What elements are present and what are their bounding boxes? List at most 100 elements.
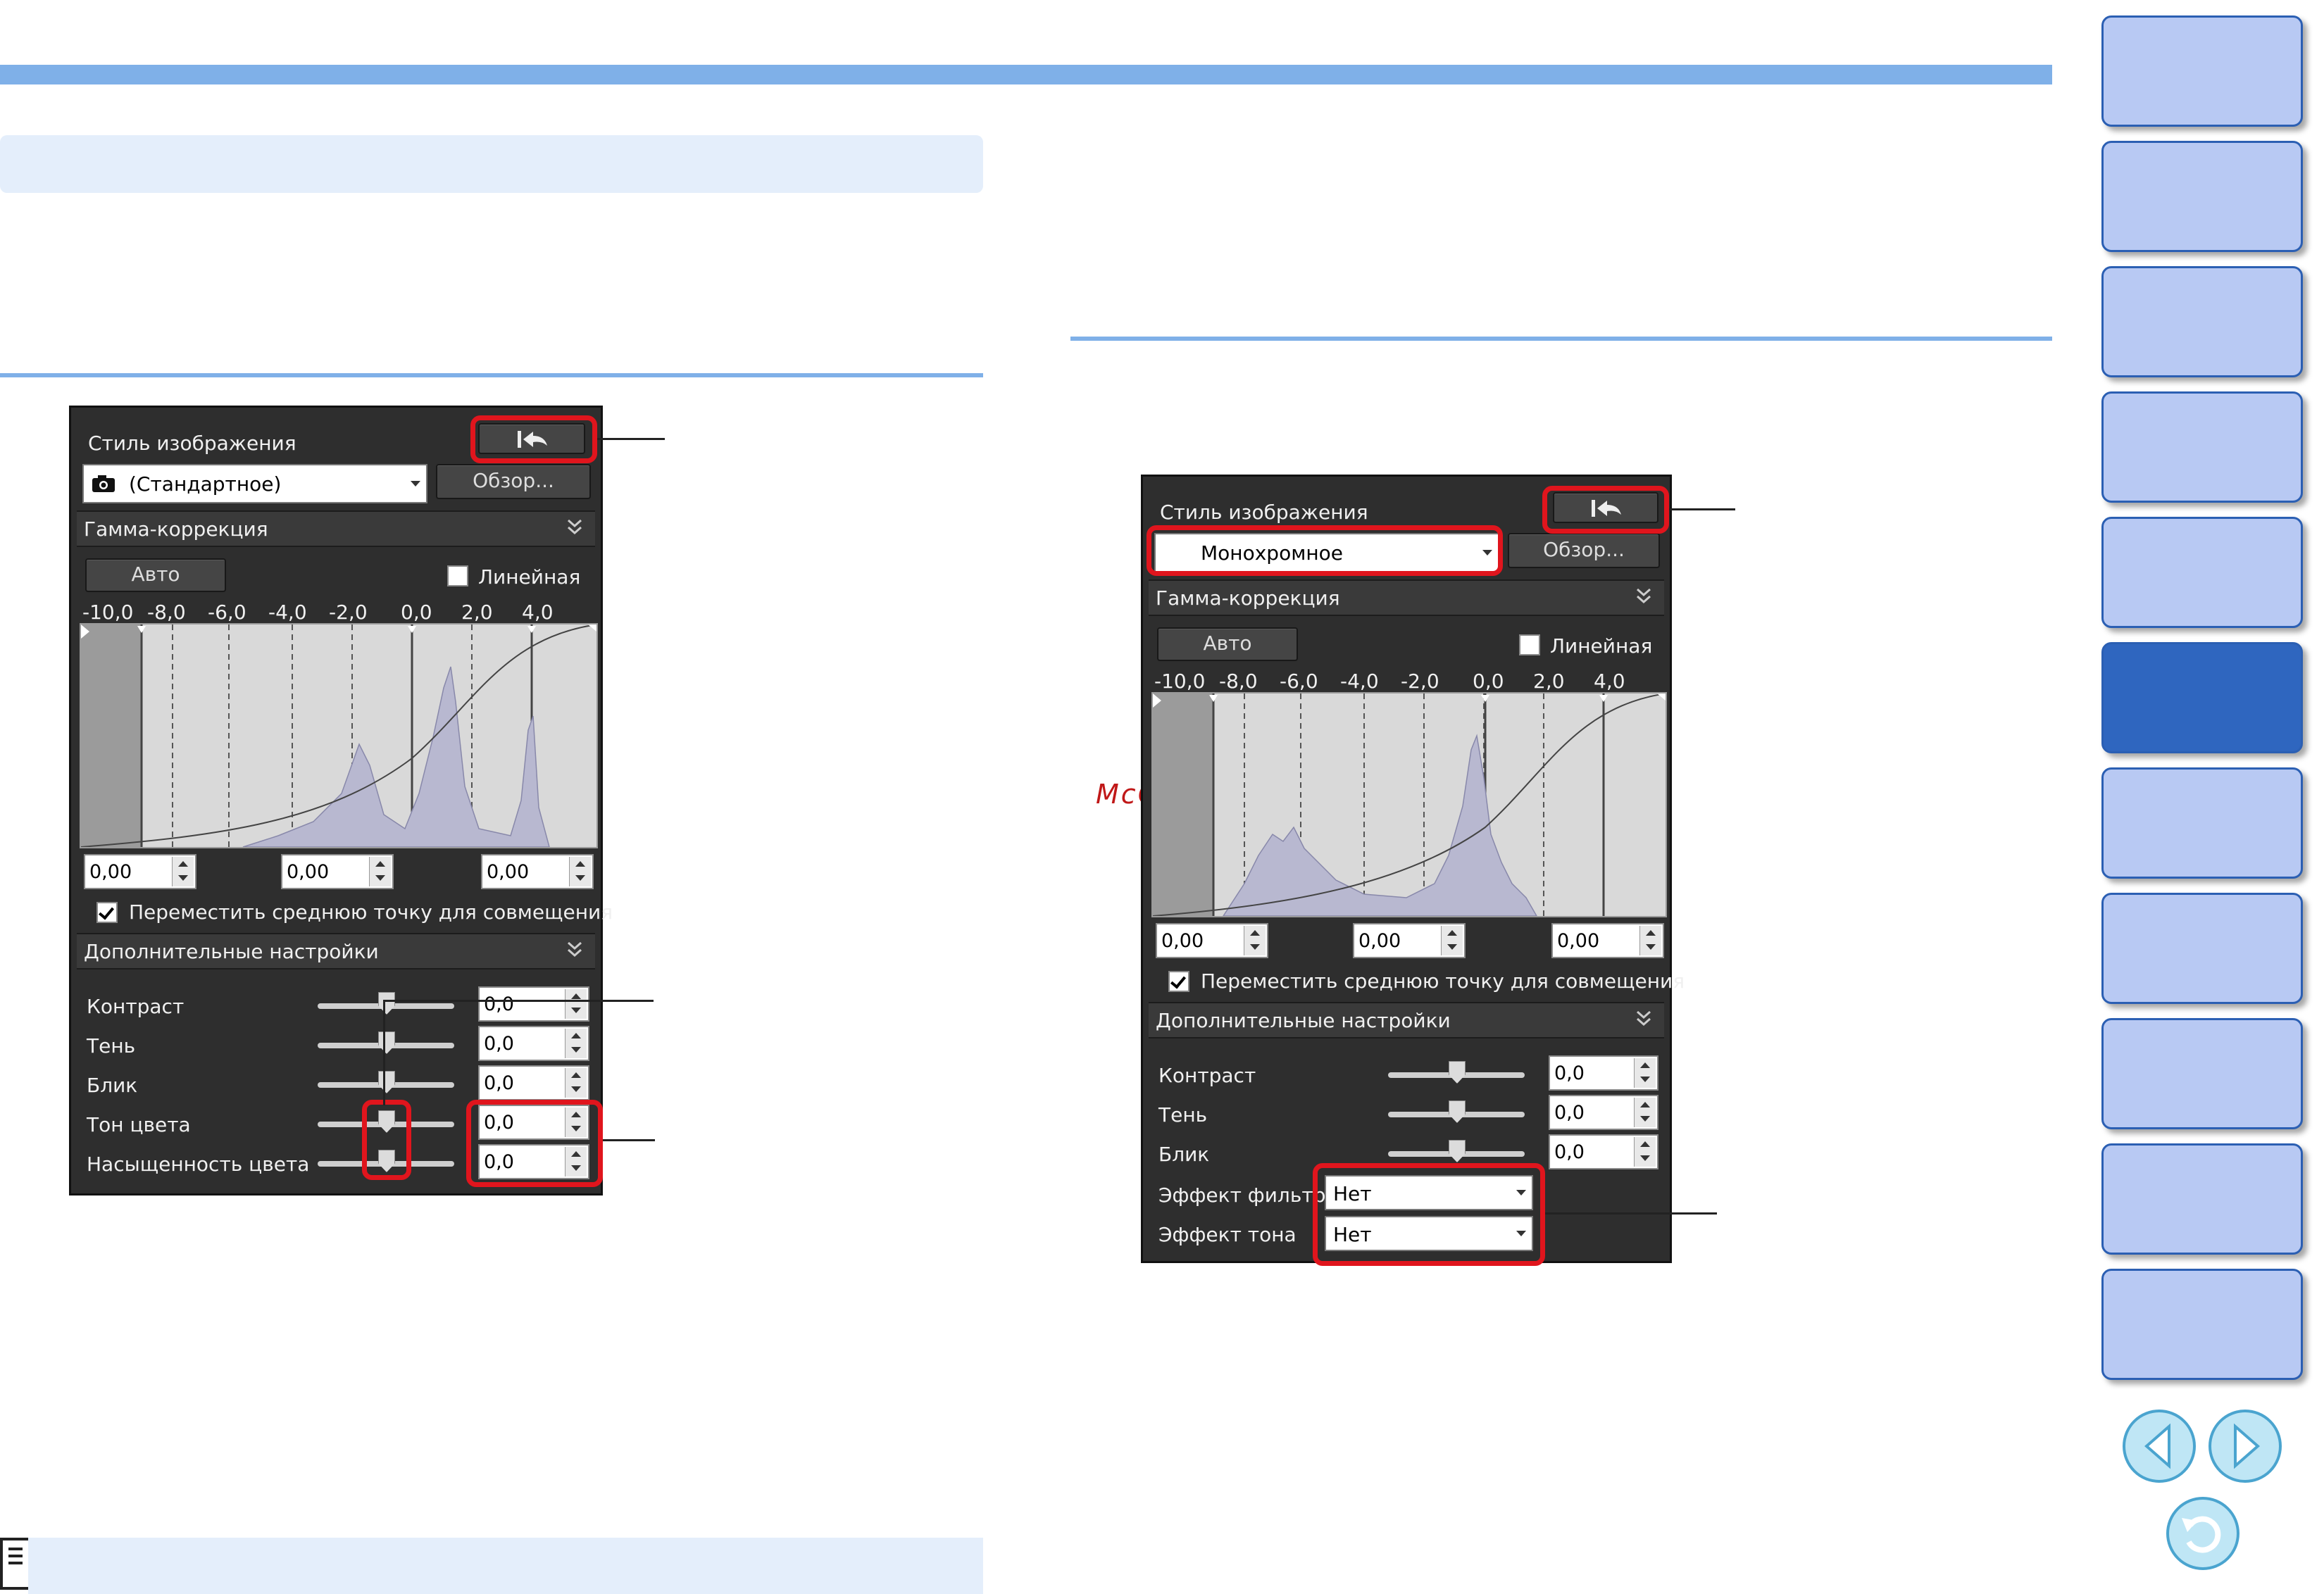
gamma-section-header[interactable]: Гамма-коррекция (77, 510, 595, 547)
spin-arrows-icon[interactable] (1634, 1137, 1656, 1167)
section-rule-right (1070, 337, 2052, 341)
advanced-label: Дополнительные настройки (84, 940, 379, 963)
setting-label: Контраст (87, 995, 185, 1018)
spin-arrows-icon[interactable] (1634, 1098, 1656, 1127)
axis-tick: -6,0 (208, 601, 246, 624)
spin-arrows-icon[interactable] (172, 857, 194, 886)
style-label: Стиль изображения (1160, 501, 1368, 524)
filter-effect-label: Эффект фильтра (1158, 1184, 1338, 1207)
setting-input[interactable]: 0,0 (1549, 1134, 1658, 1169)
setting-label: Насыщенность цвета (87, 1153, 310, 1176)
setting-input[interactable]: 0,0 (478, 986, 589, 1022)
axis-tick: 0,0 (401, 601, 432, 624)
spin-arrows-icon[interactable] (1441, 926, 1463, 955)
setting-input[interactable]: 0,0 (1549, 1095, 1658, 1130)
setting-value: 0,0 (484, 1033, 514, 1055)
collapse-chevron-icon[interactable] (1632, 1008, 1656, 1031)
slider-thumb[interactable] (1449, 1140, 1466, 1162)
highlight-revert (470, 415, 597, 463)
section-header-box (0, 135, 983, 193)
auto-button[interactable]: Авто (85, 558, 226, 592)
sidebar-tab[interactable] (2101, 266, 2303, 377)
setting-value: 0,0 (1554, 1141, 1585, 1163)
tone-curve-histogram[interactable] (80, 623, 598, 848)
next-page-button[interactable] (2209, 1410, 2282, 1483)
spin-arrows-icon[interactable] (1634, 1058, 1656, 1088)
highlight-values (466, 1100, 603, 1187)
move-midpoint-checkbox[interactable] (96, 902, 118, 923)
setting-label: Блик (1158, 1143, 1210, 1166)
browse-button[interactable]: Обзор... (436, 464, 591, 499)
point-input-white[interactable]: 0,00 (1551, 923, 1664, 958)
callout-line (603, 1139, 655, 1141)
top-blue-bar (0, 65, 2052, 84)
point-input-mid[interactable]: 0,00 (1353, 923, 1466, 958)
spin-arrows-icon[interactable] (565, 1029, 587, 1058)
gamma-label: Гамма-коррекция (84, 517, 268, 541)
axis-tick: 2,0 (1533, 670, 1565, 693)
spin-arrows-icon[interactable] (565, 1068, 587, 1098)
tone-curve-histogram[interactable] (1151, 692, 1667, 917)
point-value: 0,00 (1161, 930, 1204, 952)
sidebar-tab[interactable] (2101, 1143, 2303, 1255)
point-input-mid[interactable]: 0,00 (281, 854, 394, 889)
move-midpoint-checkbox[interactable] (1168, 971, 1189, 992)
point-input-white[interactable]: 0,00 (481, 854, 594, 889)
sidebar-tab[interactable] (2101, 141, 2303, 252)
callout-line (1545, 1212, 1717, 1215)
style-label: Стиль изображения (88, 432, 296, 455)
axis-tick: 4,0 (522, 601, 554, 624)
setting-input[interactable]: 0,0 (478, 1026, 589, 1061)
gamma-section-header[interactable]: Гамма-коррекция (1149, 579, 1664, 616)
setting-input[interactable]: 0,0 (478, 1065, 589, 1100)
sidebar-tab-active[interactable] (2101, 642, 2303, 753)
advanced-label: Дополнительные настройки (1156, 1009, 1451, 1032)
point-value: 0,00 (89, 861, 132, 883)
slider-thumb[interactable] (378, 1071, 395, 1093)
return-button[interactable] (2166, 1497, 2239, 1570)
highlight-sliders (362, 1100, 411, 1180)
sidebar-tab[interactable] (2101, 517, 2303, 628)
browse-button[interactable]: Обзор... (1508, 533, 1660, 568)
collapse-chevron-icon[interactable] (563, 939, 587, 962)
sidebar-tab[interactable] (2101, 15, 2303, 127)
linear-label: Линейная (478, 565, 581, 589)
axis-tick: 4,0 (1594, 670, 1625, 693)
axis-ticks: -10,0 -8,0 -6,0 -4,0 -2,0 0,0 2,0 4,0 (1154, 670, 1666, 695)
dropdown-arrow-icon (411, 481, 420, 487)
sidebar-tab[interactable] (2101, 893, 2303, 1004)
point-value: 0,00 (1358, 930, 1401, 952)
sidebar-tab[interactable] (2101, 1269, 2303, 1380)
move-midpoint-label: Переместить среднюю точку для совмещения (129, 900, 613, 924)
style-dropdown[interactable]: (Стандартное) (82, 464, 427, 503)
advanced-section-header[interactable]: Дополнительные настройки (77, 933, 595, 969)
previous-page-button[interactable] (2123, 1410, 2196, 1483)
setting-label: Тень (87, 1034, 136, 1058)
spin-arrows-icon[interactable] (569, 857, 591, 886)
linear-checkbox[interactable] (1519, 634, 1540, 655)
spin-arrows-icon[interactable] (1244, 926, 1266, 955)
slider-thumb[interactable] (1449, 1100, 1466, 1123)
spin-arrows-icon[interactable] (1639, 926, 1661, 955)
collapse-chevron-icon[interactable] (1632, 585, 1656, 609)
point-value: 0,00 (1557, 930, 1600, 952)
slider-thumb[interactable] (1449, 1061, 1466, 1084)
point-input-black[interactable]: 0,00 (84, 854, 196, 889)
camera-icon (92, 475, 115, 492)
point-input-black[interactable]: 0,00 (1156, 923, 1268, 958)
spin-arrows-icon[interactable] (565, 989, 587, 1019)
auto-button[interactable]: Авто (1157, 627, 1298, 661)
sidebar-tab[interactable] (2101, 1018, 2303, 1129)
sidebar-tab[interactable] (2101, 391, 2303, 503)
slider-thumb[interactable] (378, 992, 395, 1015)
picture-style-panel-left: Стиль изображения (Стандартное) Обзор...… (69, 406, 613, 1196)
sidebar-tab[interactable] (2101, 767, 2303, 879)
axis-tick: -4,0 (268, 601, 307, 624)
advanced-section-header[interactable]: Дополнительные настройки (1149, 1002, 1664, 1038)
slider-thumb[interactable] (378, 1031, 395, 1054)
highlight-revert (1542, 486, 1669, 534)
setting-input[interactable]: 0,0 (1549, 1055, 1658, 1091)
spin-arrows-icon[interactable] (369, 857, 391, 886)
collapse-chevron-icon[interactable] (563, 516, 587, 540)
linear-checkbox[interactable] (447, 565, 468, 586)
